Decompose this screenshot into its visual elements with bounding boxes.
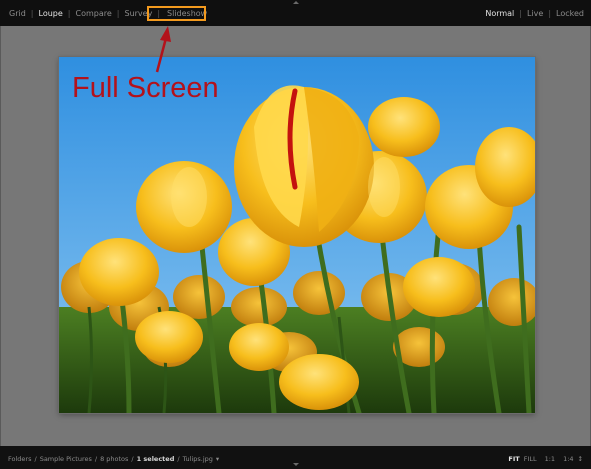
photo-count: 8 photos [100, 455, 129, 463]
zoom-1-4-button[interactable]: 1:4 [563, 455, 573, 463]
separator: / [94, 455, 98, 463]
mode-locked-button[interactable]: Locked [556, 9, 584, 19]
separator: / [177, 455, 180, 463]
source-breadcrumb[interactable]: Folders / Sample Pictures / 8 photos / 1… [8, 455, 219, 463]
tulips-photo [59, 57, 535, 413]
view-compare-button[interactable]: Compare [75, 9, 111, 19]
view-grid-button[interactable]: Grid [9, 9, 26, 19]
collapse-bottom-panel-icon[interactable] [293, 463, 299, 466]
selected-count: 1 selected [136, 455, 175, 463]
separator: | [519, 9, 522, 18]
collapse-top-panel-icon[interactable] [293, 1, 299, 4]
breadcrumb-folders[interactable]: Folders [8, 455, 31, 463]
zoom-1-1-button[interactable]: 1:1 [545, 455, 555, 463]
filename-dropdown-icon[interactable]: ▾ [216, 455, 219, 463]
separator: | [116, 9, 120, 18]
separator: | [30, 9, 34, 18]
zoom-fill-button[interactable]: FILL [524, 455, 537, 463]
mode-normal-button[interactable]: Normal [485, 9, 514, 19]
current-filename[interactable]: Tulips.jpg [183, 455, 213, 463]
breadcrumb-sample-pictures[interactable]: Sample Pictures [40, 455, 92, 463]
zoom-controls: FIT FILL 1:1 1:4 ↕ [500, 455, 583, 463]
filmstrip-info-bar: Folders / Sample Pictures / 8 photos / 1… [0, 446, 591, 469]
full-screen-annotation: Full Screen [72, 72, 219, 104]
photo-preview[interactable] [59, 57, 535, 413]
screen-mode-switcher: Normal | Live | Locked [485, 9, 584, 19]
zoom-dropdown-icon[interactable]: ↕ [578, 455, 583, 463]
separator: | [67, 9, 71, 18]
slideshow-highlight-box [147, 6, 206, 21]
top-toolbar: Grid | Loupe | Compare | Survey | Slides… [0, 0, 591, 26]
mode-live-button[interactable]: Live [527, 9, 543, 19]
separator: | [548, 9, 552, 18]
zoom-fit-button[interactable]: FIT [508, 455, 519, 463]
separator: / [34, 455, 37, 463]
separator: / [131, 455, 134, 463]
view-loupe-button[interactable]: Loupe [39, 9, 63, 19]
